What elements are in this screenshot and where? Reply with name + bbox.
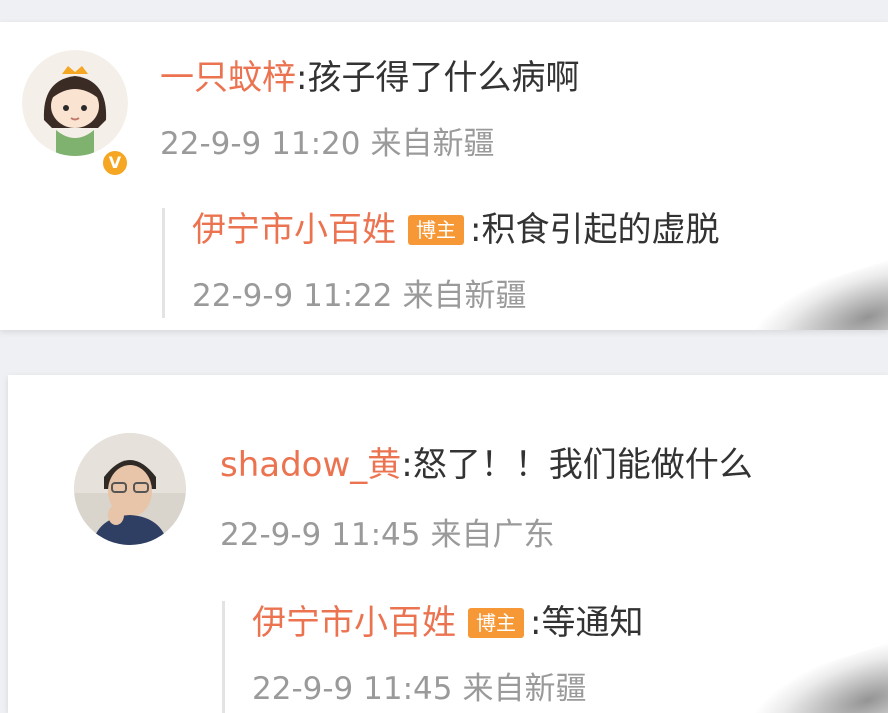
comment-text: 怒了！！我们能做什么 <box>412 445 753 485</box>
reply-text: 积食引起的虚脱 <box>481 210 720 250</box>
reply-meta: 22-9-9 11:45 来自新疆 <box>252 671 596 707</box>
comment-body: shadow_黄:怒了！！我们能做什么 <box>220 445 753 485</box>
comment-card: V 一只蚊梓:孩子得了什么病啊 22-9-9 11:20 来自新疆 伊宁市小百姓博… <box>0 22 888 330</box>
reply-text: 等通知 <box>541 603 644 643</box>
reply-body: 伊宁市小百姓 博主:等通知 <box>252 603 643 643</box>
comment-text: 孩子得了什么病啊 <box>307 58 580 98</box>
reply-meta: 22-9-9 11:22 来自新疆 <box>192 278 536 314</box>
avatar[interactable] <box>74 433 186 545</box>
avatar[interactable]: V <box>22 50 130 178</box>
reply-divider <box>162 208 165 318</box>
location: 来自广东 <box>430 517 555 553</box>
timestamp: 22-9-9 11:45 <box>252 671 453 707</box>
verified-badge-icon: V <box>100 148 130 178</box>
comment-meta: 22-9-9 11:20 来自新疆 <box>160 126 504 162</box>
cartoon-girl-avatar-icon <box>22 50 128 156</box>
separator: : <box>530 603 542 643</box>
separator: : <box>401 445 413 485</box>
username-link[interactable]: shadow_黄 <box>220 445 401 485</box>
author-tag: 博主 <box>408 214 464 245</box>
separator: : <box>296 58 308 98</box>
comment-body: 一只蚊梓:孩子得了什么病啊 <box>160 58 579 98</box>
user-photo-avatar-icon <box>74 433 186 545</box>
separator: : <box>470 210 482 250</box>
reply-username-link[interactable]: 伊宁市小百姓 <box>192 210 396 250</box>
location: 来自新疆 <box>462 671 587 707</box>
comment-card: shadow_黄:怒了！！我们能做什么 22-9-9 11:45 来自广东 伊宁市… <box>8 375 888 713</box>
location: 来自新疆 <box>370 126 495 162</box>
author-tag: 博主 <box>468 607 524 638</box>
reply-username-link[interactable]: 伊宁市小百姓 <box>252 603 456 643</box>
location: 来自新疆 <box>402 278 527 314</box>
reply-divider <box>222 601 225 713</box>
reply-body: 伊宁市小百姓 博主:积食引起的虚脱 <box>192 210 719 250</box>
timestamp: 22-9-9 11:22 <box>192 278 393 314</box>
comment-meta: 22-9-9 11:45 来自广东 <box>220 517 564 553</box>
timestamp: 22-9-9 11:45 <box>220 517 421 553</box>
username-link[interactable]: 一只蚊梓 <box>160 58 296 98</box>
timestamp: 22-9-9 11:20 <box>160 126 361 162</box>
